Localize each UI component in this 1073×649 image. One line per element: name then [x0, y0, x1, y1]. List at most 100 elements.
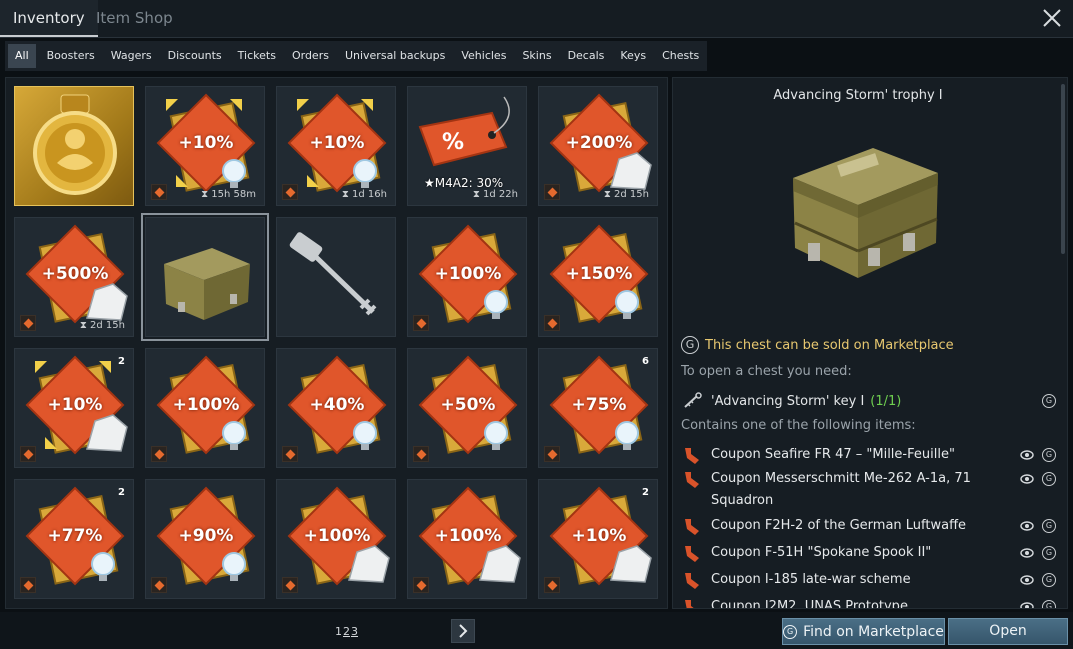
- chevron-right-icon: [459, 624, 468, 638]
- marketplace-note-text: This chest can be sold on Marketplace: [705, 337, 954, 353]
- item-quantity: 2: [118, 487, 125, 498]
- marketplace-icon[interactable]: G: [1042, 573, 1056, 587]
- marketplace-icon[interactable]: G: [1042, 472, 1056, 486]
- inventory-item-booster[interactable]: +200% ⧗ 2d 15h: [538, 86, 658, 206]
- coupon-icon: [685, 573, 699, 589]
- inventory-item-booster[interactable]: +100%: [407, 217, 527, 337]
- item-timer: ⧗ 2d 15h: [604, 189, 649, 200]
- filter-all[interactable]: All: [8, 44, 36, 68]
- filter-keys[interactable]: Keys: [612, 41, 654, 71]
- coupon-row[interactable]: Coupon J2M2, UNAS Prototype G: [681, 596, 1056, 609]
- hourglass-icon: ⧗: [201, 189, 212, 200]
- rarity-icon: [544, 577, 560, 593]
- next-page-button[interactable]: [451, 619, 475, 643]
- filter-boosters[interactable]: Boosters: [39, 41, 103, 71]
- page-link-2[interactable]: 2: [343, 625, 350, 638]
- coupon-row[interactable]: Coupon F-51H "Spokane Spook II" G: [681, 542, 1056, 564]
- inventory-item-booster[interactable]: +150%: [538, 217, 658, 337]
- eye-icon[interactable]: [1020, 546, 1034, 560]
- item-quantity: 2: [118, 356, 125, 367]
- rarity-icon: [282, 577, 298, 593]
- item-detail-panel: Advancing Storm' trophy I G This chest c…: [672, 77, 1068, 609]
- coupon-name: Coupon Seafire FR 47 – "Mille-Feuille": [711, 447, 955, 462]
- inventory-item-medal[interactable]: [14, 86, 134, 206]
- filter-tickets[interactable]: Tickets: [230, 41, 284, 71]
- inventory-item-booster[interactable]: +100%: [276, 479, 396, 599]
- open-button[interactable]: Open: [948, 618, 1068, 645]
- eye-icon[interactable]: [1020, 519, 1034, 533]
- rarity-icon: [20, 315, 36, 331]
- eye-icon[interactable]: [1020, 573, 1034, 587]
- detail-scrollbar[interactable]: [1061, 84, 1065, 254]
- coupon-row[interactable]: Coupon Messerschmitt Me-262 A-1a, 71 Squ…: [681, 468, 1056, 512]
- tab-item-shop[interactable]: Item Shop: [83, 0, 186, 37]
- marketplace-icon[interactable]: G: [1042, 519, 1056, 533]
- rarity-icon: [282, 446, 298, 462]
- filter-orders[interactable]: Orders: [284, 41, 337, 71]
- filter-universal-backups[interactable]: Universal backups: [337, 41, 453, 71]
- inventory-item-booster[interactable]: +10% ⧗ 1d 16h: [276, 86, 396, 206]
- eye-icon[interactable]: [1020, 472, 1034, 486]
- hourglass-icon: ⧗: [341, 189, 353, 200]
- hourglass-icon: ⧗: [472, 189, 484, 200]
- rarity-icon: [544, 184, 560, 200]
- rarity-icon: [413, 577, 429, 593]
- contents-label: Contains one of the following items:: [681, 418, 916, 433]
- booster-value: +50%: [440, 395, 496, 415]
- coupon-row[interactable]: Coupon I-185 late-war scheme G: [681, 569, 1056, 591]
- inventory-item-booster[interactable]: +75% 6: [538, 348, 658, 468]
- filter-chests[interactable]: Chests: [654, 41, 707, 71]
- coupon-row[interactable]: Coupon F2H-2 of the German Luftwaffe G: [681, 515, 1056, 537]
- booster-value: +10%: [47, 395, 103, 415]
- inventory-item-discount[interactable]: % ★M4A2: 30% ⧗ 1d 22h: [407, 86, 527, 206]
- inventory-item-booster[interactable]: +10% 2: [14, 348, 134, 468]
- hourglass-icon: ⧗: [603, 189, 615, 200]
- key-count: (1/1): [870, 393, 902, 409]
- filter-skins[interactable]: Skins: [514, 41, 559, 71]
- coupon-row[interactable]: Coupon Seafire FR 47 – "Mille-Feuille" G: [681, 444, 1056, 466]
- inventory-item-chest[interactable]: [141, 213, 269, 341]
- item-quantity: 2: [642, 487, 649, 498]
- inventory-item-booster[interactable]: +90%: [145, 479, 265, 599]
- booster-value: +150%: [565, 264, 633, 284]
- coupon-name: Coupon F2H-2 of the German Luftwaffe: [711, 518, 967, 533]
- item-timer: ⧗ 1d 22h: [473, 189, 518, 200]
- inventory-item-booster[interactable]: +500% ⧗ 2d 15h: [14, 217, 134, 337]
- marketplace-icon[interactable]: G: [1042, 600, 1056, 608]
- eye-icon[interactable]: [1020, 600, 1034, 609]
- hourglass-icon: ⧗: [79, 320, 91, 331]
- booster-value: +10%: [571, 526, 627, 546]
- coupon-icon: [685, 472, 699, 488]
- inventory-item-booster[interactable]: +40%: [276, 348, 396, 468]
- filter-vehicles[interactable]: Vehicles: [453, 41, 514, 71]
- close-icon[interactable]: [1041, 7, 1063, 29]
- rarity-icon: [20, 577, 36, 593]
- filter-discounts[interactable]: Discounts: [160, 41, 230, 71]
- discount-label: ★M4A2: 30%: [424, 176, 504, 190]
- coupon-icon: [685, 600, 694, 608]
- filter-wagers[interactable]: Wagers: [103, 41, 160, 71]
- inventory-item-booster[interactable]: +50%: [407, 348, 527, 468]
- key-icon: [289, 232, 377, 316]
- marketplace-icon[interactable]: G: [1042, 546, 1056, 560]
- inventory-item-key[interactable]: [276, 217, 396, 337]
- booster-value: +10%: [309, 133, 365, 153]
- marketplace-icon: G: [783, 624, 798, 639]
- marketplace-icon[interactable]: G: [1042, 394, 1056, 408]
- timer-value: 1d 16h: [352, 189, 387, 200]
- inventory-item-booster[interactable]: +10% ⧗ 15h 58m: [145, 86, 265, 206]
- marketplace-icon[interactable]: G: [1042, 448, 1056, 462]
- booster-value: +90%: [178, 526, 234, 546]
- filter-decals[interactable]: Decals: [560, 41, 613, 71]
- eye-icon[interactable]: [1020, 448, 1034, 462]
- coupon-name: Coupon Messerschmitt Me-262 A-1a, 71 Squ…: [711, 471, 971, 508]
- chest-preview-image: [793, 148, 938, 278]
- inventory-item-booster[interactable]: +10% 2: [538, 479, 658, 599]
- inventory-item-booster[interactable]: +100%: [145, 348, 265, 468]
- inventory-item-booster[interactable]: +100%: [407, 479, 527, 599]
- find-on-marketplace-button[interactable]: G Find on Marketplace: [782, 618, 945, 645]
- page-link-3[interactable]: 3: [351, 625, 358, 638]
- coupon-name: Coupon F-51H "Spokane Spook II": [711, 545, 932, 560]
- rarity-icon: [151, 184, 167, 200]
- inventory-item-booster[interactable]: +77% 2: [14, 479, 134, 599]
